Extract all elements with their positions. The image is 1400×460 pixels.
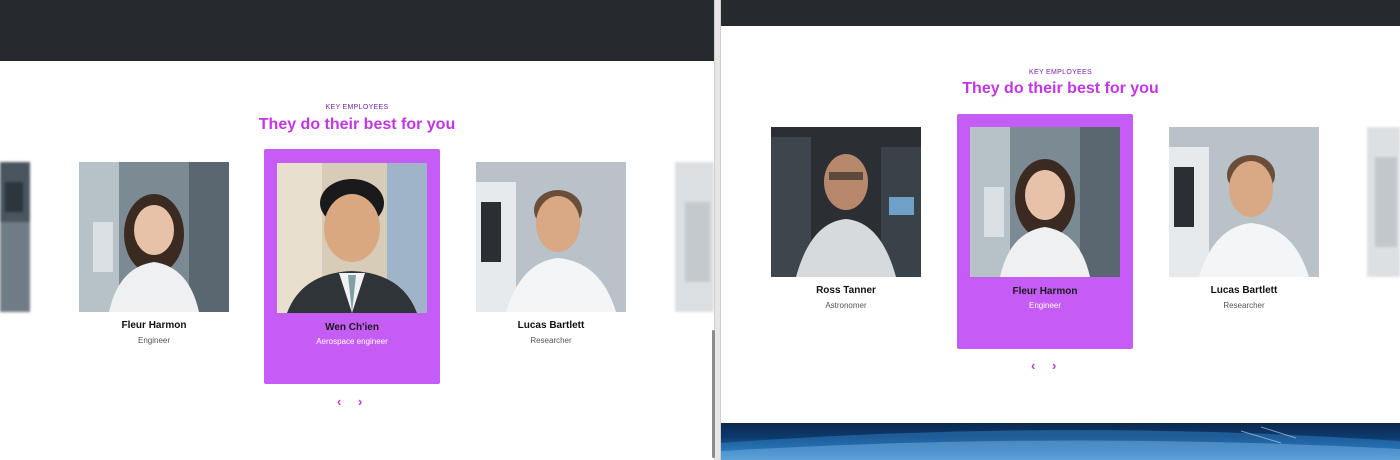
- employee-name: Wen Ch'ien: [325, 322, 379, 333]
- chevron-right-icon[interactable]: ›: [1052, 359, 1061, 372]
- employee-role: Aerospace engineer: [316, 337, 388, 346]
- employee-name: Fleur Harmon: [121, 320, 187, 331]
- earth-hero-image: [721, 423, 1400, 460]
- chevron-left-icon[interactable]: ‹: [337, 395, 346, 408]
- chevron-right-icon[interactable]: ›: [358, 395, 367, 408]
- window-divider: [714, 0, 721, 460]
- employee-card[interactable]: Ross Tanner Astronomer: [758, 113, 934, 349]
- employee-role: Researcher: [530, 336, 572, 345]
- partial-employee-photo: [0, 162, 30, 312]
- right-browser-pane: KEY EMPLOYEES They do their best for you…: [721, 0, 1400, 460]
- left-browser-pane: KEY EMPLOYEES They do their best for you…: [0, 0, 714, 460]
- partial-employee-photo: [1367, 127, 1400, 277]
- employee-card-active[interactable]: Fleur Harmon Engineer: [957, 114, 1133, 349]
- employee-card-active[interactable]: Wen Ch'ien Aerospace engineer: [264, 149, 440, 384]
- employee-role: Engineer: [137, 336, 171, 345]
- carousel-arrows: ‹ ›: [337, 395, 367, 408]
- employee-name: Lucas Bartlett: [517, 320, 585, 331]
- employee-role: Astronomer: [825, 301, 867, 310]
- employee-photo: [476, 162, 626, 312]
- employee-photo: [970, 127, 1120, 277]
- section-heading: They do their best for you: [258, 116, 456, 133]
- top-navbar: [0, 0, 714, 61]
- section-eyebrow: KEY EMPLOYEES: [325, 104, 389, 111]
- employee-card[interactable]: Fleur Harmon Engineer: [66, 148, 242, 384]
- employee-name: Ross Tanner: [816, 285, 876, 296]
- top-navbar: [721, 0, 1400, 26]
- section-heading: They do their best for you: [962, 80, 1159, 97]
- employee-role: Engineer: [1028, 301, 1062, 310]
- employee-name: Fleur Harmon: [1012, 286, 1078, 297]
- employee-photo: [1169, 127, 1319, 277]
- chevron-left-icon[interactable]: ‹: [1031, 359, 1040, 372]
- employee-role: Researcher: [1223, 301, 1265, 310]
- scrollbar[interactable]: [712, 330, 715, 458]
- employee-photo: [771, 127, 921, 277]
- carousel-arrows: ‹ ›: [1031, 359, 1061, 372]
- partial-employee-photo: [675, 162, 714, 312]
- employee-card[interactable]: Lucas Bartlett Researcher: [463, 148, 639, 384]
- employee-name: Lucas Bartlett: [1210, 285, 1278, 296]
- employee-photo: [79, 162, 229, 312]
- employee-photo: [277, 163, 427, 313]
- section-eyebrow: KEY EMPLOYEES: [1029, 69, 1092, 76]
- employee-card[interactable]: Lucas Bartlett Researcher: [1156, 113, 1332, 349]
